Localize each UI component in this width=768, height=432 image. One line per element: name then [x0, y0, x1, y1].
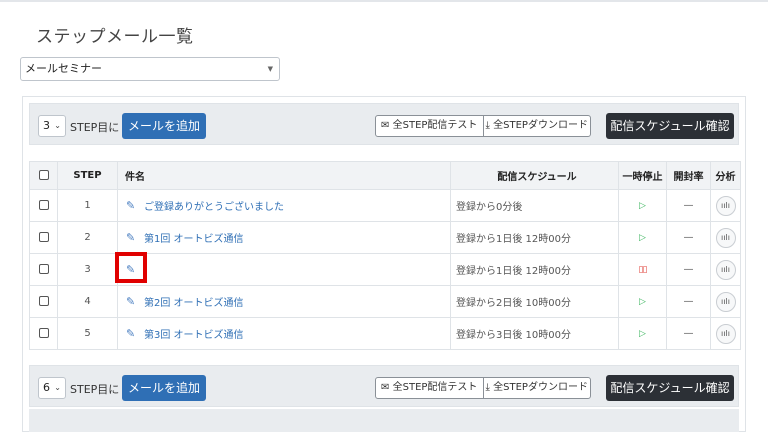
row-schedule: 登録から3日後 10時00分 [450, 317, 619, 350]
page-title: ステップメール一覧 [36, 27, 194, 47]
header-pause: 一時停止 [618, 161, 667, 190]
export-button-group: ✉ 全STEP配信テスト ⤓ 全STEPダウンロード [375, 377, 591, 399]
row-schedule: 登録から1日後 12時00分 [450, 253, 619, 286]
bottom-panel-footer [29, 409, 739, 432]
row-open-rate: — [666, 189, 711, 222]
play-icon[interactable]: ▷ [639, 233, 646, 243]
add-mail-button[interactable]: メールを追加 [122, 375, 206, 401]
row-checkbox[interactable] [38, 232, 49, 242]
step-number-select[interactable]: 6 ⌄ [38, 377, 66, 399]
pause-icon[interactable]: ▯▯ [639, 265, 648, 275]
row-open-rate: — [666, 285, 711, 318]
table-row: 4 ✎ 第2回 オートビズ通信 登録から2日後 10時00分 ▷ — ıılı [29, 285, 741, 318]
table-row: 1 ✎ ご登録ありがとうございました 登録から0分後 ▷ — ıılı [29, 189, 741, 222]
bar-chart-icon[interactable]: ıılı [715, 195, 736, 216]
pencil-icon[interactable]: ✎ [126, 231, 138, 244]
header-subject: 件名 [117, 161, 451, 190]
row-step: 3 [57, 253, 118, 286]
add-mail-button[interactable]: メールを追加 [122, 113, 206, 139]
step-number-value: 6 [43, 381, 50, 394]
test-all-steps-button[interactable]: ✉ 全STEP配信テスト [376, 378, 483, 398]
row-checkbox[interactable] [38, 264, 49, 274]
row-step: 1 [57, 189, 118, 222]
chevron-down-icon: ⌄ [54, 383, 61, 392]
step-number-value: 3 [43, 119, 50, 132]
row-subject-link[interactable]: 第3回 オートビズ通信 [144, 330, 244, 341]
pencil-icon[interactable]: ✎ [126, 327, 138, 340]
envelope-icon: ✉ [381, 120, 390, 131]
bottom-toolbar: 6 ⌄ STEP目に メールを追加 ✉ 全STEP配信テスト ⤓ 全STEPダウ… [29, 365, 739, 407]
dropdown-arrow-icon: ▼ [267, 65, 273, 73]
row-subject-link[interactable]: 第2回 オートビズ通信 [144, 298, 244, 309]
chevron-down-icon: ⌄ [54, 121, 61, 130]
pencil-icon[interactable]: ✎ [126, 199, 138, 212]
row-subject-link[interactable]: ご登録ありがとうございました [144, 202, 284, 213]
download-all-steps-button[interactable]: ⤓ 全STEPダウンロード [482, 116, 591, 136]
header-open-rate: 開封率 [666, 161, 711, 190]
step-suffix-label: STEP目に [70, 121, 120, 134]
top-border [0, 0, 768, 2]
play-icon[interactable]: ▷ [639, 297, 646, 307]
export-button-group: ✉ 全STEP配信テスト ⤓ 全STEPダウンロード [375, 115, 591, 137]
bar-chart-icon[interactable]: ıılı [715, 259, 736, 280]
header-step: STEP [57, 161, 118, 190]
header-analysis: 分析 [710, 161, 741, 190]
schedule-check-button[interactable]: 配信スケジュール確認 [606, 113, 734, 139]
bar-chart-icon[interactable]: ıılı [715, 227, 736, 248]
table-header-row: STEP 件名 配信スケジュール 一時停止 開封率 分析 [29, 161, 741, 190]
schedule-check-button[interactable]: 配信スケジュール確認 [606, 375, 734, 401]
bar-chart-icon[interactable]: ıılı [715, 291, 736, 312]
download-all-steps-label: 全STEPダウンロード [493, 382, 588, 393]
download-icon: ⤓ [485, 120, 490, 131]
play-icon[interactable]: ▷ [639, 329, 646, 339]
download-all-steps-label: 全STEPダウンロード [493, 120, 588, 131]
row-open-rate: — [666, 317, 711, 350]
top-toolbar: 3 ⌄ STEP目に メールを追加 ✉ 全STEP配信テスト ⤓ 全STEPダウ… [29, 103, 739, 145]
play-icon[interactable]: ▷ [639, 201, 646, 211]
campaign-select[interactable]: メールセミナー ▼ [20, 57, 280, 81]
step-number-select[interactable]: 3 ⌄ [38, 115, 66, 137]
table-row: 5 ✎ 第3回 オートビズ通信 登録から3日後 10時00分 ▷ — ıılı [29, 317, 741, 350]
row-checkbox[interactable] [38, 328, 49, 338]
select-all-checkbox[interactable] [38, 170, 49, 180]
campaign-select-value: メールセミナー [25, 62, 102, 75]
download-icon: ⤓ [485, 382, 490, 393]
row-subject-link[interactable]: 第1回 オートビズ通信 [144, 234, 244, 245]
row-schedule: 登録から1日後 12時00分 [450, 221, 619, 254]
row-schedule: 登録から2日後 10時00分 [450, 285, 619, 318]
header-schedule: 配信スケジュール [450, 161, 619, 190]
step-suffix-label: STEP目に [70, 383, 120, 396]
row-checkbox[interactable] [38, 200, 49, 210]
row-schedule: 登録から0分後 [450, 189, 619, 222]
table-row: 2 ✎ 第1回 オートビズ通信 登録から1日後 12時00分 ▷ — ıılı [29, 221, 741, 254]
test-all-steps-label: 全STEP配信テスト [392, 120, 478, 131]
download-all-steps-button[interactable]: ⤓ 全STEPダウンロード [482, 378, 591, 398]
pencil-icon[interactable]: ✎ [126, 295, 138, 308]
envelope-icon: ✉ [381, 382, 390, 393]
bar-chart-icon[interactable]: ıılı [715, 323, 736, 344]
row-step: 5 [57, 317, 118, 350]
test-all-steps-button[interactable]: ✉ 全STEP配信テスト [376, 116, 483, 136]
test-all-steps-label: 全STEP配信テスト [392, 382, 478, 393]
highlight-box [115, 252, 147, 283]
select-all-cell [29, 161, 58, 190]
row-step: 2 [57, 221, 118, 254]
row-open-rate: — [666, 253, 711, 286]
row-step: 4 [57, 285, 118, 318]
row-checkbox[interactable] [38, 296, 49, 306]
row-open-rate: — [666, 221, 711, 254]
